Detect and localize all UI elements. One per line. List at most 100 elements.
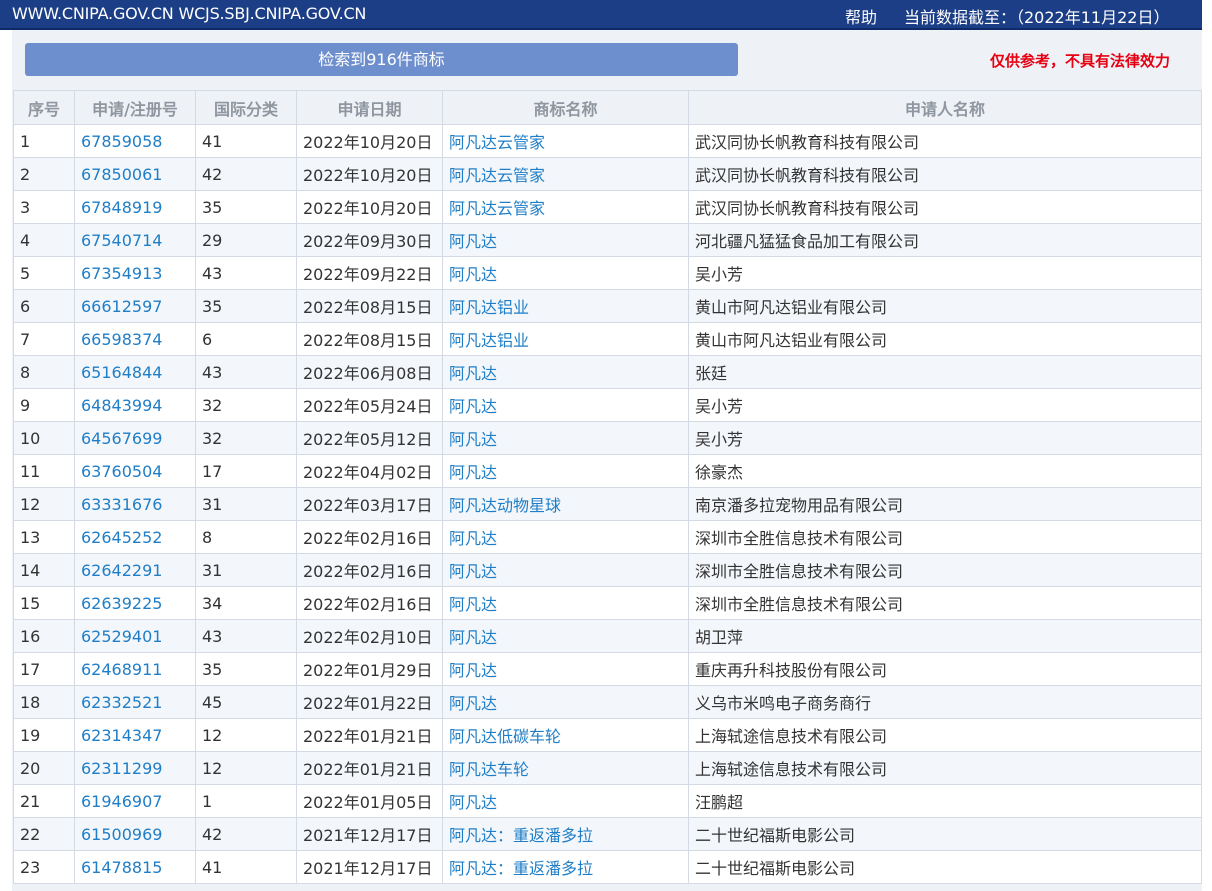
trademark-name-link[interactable]: 阿凡达：重返潘多拉 bbox=[442, 817, 689, 851]
help-link[interactable]: 帮助 bbox=[845, 4, 877, 28]
row-index: 7 bbox=[13, 322, 75, 356]
class-number: 41 bbox=[195, 850, 297, 884]
trademark-name-link[interactable]: 阿凡达铝业 bbox=[442, 289, 689, 323]
application-date: 2021年12月17日 bbox=[296, 850, 443, 884]
trademark-name-link[interactable]: 阿凡达 bbox=[442, 586, 689, 620]
applicant-name: 二十世纪福斯电影公司 bbox=[688, 850, 1202, 884]
application-number-link[interactable]: 66598374 bbox=[74, 322, 196, 356]
applicant-name: 南京潘多拉宠物用品有限公司 bbox=[688, 487, 1202, 521]
class-number: 43 bbox=[195, 256, 297, 290]
class-number: 12 bbox=[195, 751, 297, 785]
table-row: 7 66598374 6 2022年08月15日 阿凡达铝业 黄山市阿凡达铝业有限公司 bbox=[13, 322, 1202, 356]
application-date: 2022年08月15日 bbox=[296, 322, 443, 356]
applicant-name: 河北疆凡猛猛食品加工有限公司 bbox=[688, 223, 1202, 257]
trademark-results-table: 序号 申请/注册号 国际分类 申请日期 商标名称 申请人名称 1 67859058… bbox=[13, 90, 1202, 884]
application-date: 2022年04月02日 bbox=[296, 454, 443, 488]
trademark-name-link[interactable]: 阿凡达：重返潘多拉 bbox=[442, 850, 689, 884]
trademark-name-link[interactable]: 阿凡达 bbox=[442, 685, 689, 719]
row-index: 11 bbox=[13, 454, 75, 488]
row-index: 13 bbox=[13, 520, 75, 554]
table-row: 21 61946907 1 2022年01月05日 阿凡达 汪鹏超 bbox=[13, 784, 1202, 818]
application-number-link[interactable]: 67850061 bbox=[74, 157, 196, 191]
applicant-name: 二十世纪福斯电影公司 bbox=[688, 817, 1202, 851]
trademark-name-link[interactable]: 阿凡达云管家 bbox=[442, 124, 689, 158]
table-row: 2 67850061 42 2022年10月20日 阿凡达云管家 武汉同协长帆教育科技有限… bbox=[13, 157, 1202, 191]
header-application-number: 申请/注册号 bbox=[74, 90, 196, 125]
class-number: 42 bbox=[195, 817, 297, 851]
trademark-name-link[interactable]: 阿凡达车轮 bbox=[442, 751, 689, 785]
application-number-link[interactable]: 62642291 bbox=[74, 553, 196, 587]
trademark-name-link[interactable]: 阿凡达低碳车轮 bbox=[442, 718, 689, 752]
trademark-name-link[interactable]: 阿凡达 bbox=[442, 223, 689, 257]
applicant-name: 重庆再升科技股份有限公司 bbox=[688, 652, 1202, 686]
class-number: 41 bbox=[195, 124, 297, 158]
trademark-name-link[interactable]: 阿凡达铝业 bbox=[442, 322, 689, 356]
trademark-name-link[interactable]: 阿凡达 bbox=[442, 355, 689, 389]
application-number-link[interactable]: 63760504 bbox=[74, 454, 196, 488]
application-date: 2022年10月20日 bbox=[296, 190, 443, 224]
application-number-link[interactable]: 62468911 bbox=[74, 652, 196, 686]
table-row: 14 62642291 31 2022年02月16日 阿凡达 深圳市全胜信息技术有限公司 bbox=[13, 553, 1202, 587]
table-row: 18 62332521 45 2022年01月22日 阿凡达 义乌市米鸣电子商务商行 bbox=[13, 685, 1202, 719]
row-index: 2 bbox=[13, 157, 75, 191]
application-number-link[interactable]: 62645252 bbox=[74, 520, 196, 554]
top-bar: WWW.CNIPA.GOV.CN WCJS.SBJ.CNIPA.GOV.CN 帮… bbox=[0, 0, 1202, 30]
row-index: 12 bbox=[13, 487, 75, 521]
application-number-link[interactable]: 61946907 bbox=[74, 784, 196, 818]
table-row: 23 61478815 41 2021年12月17日 阿凡达：重返潘多拉 二十世纪福斯电影… bbox=[13, 850, 1202, 884]
class-number: 45 bbox=[195, 685, 297, 719]
applicant-name: 吴小芳 bbox=[688, 388, 1202, 422]
table-row: 1 67859058 41 2022年10月20日 阿凡达云管家 武汉同协长帆教育科技有限… bbox=[13, 124, 1202, 158]
trademark-name-link[interactable]: 阿凡达 bbox=[442, 421, 689, 455]
application-number-link[interactable]: 64843994 bbox=[74, 388, 196, 422]
class-number: 6 bbox=[195, 322, 297, 356]
application-number-link[interactable]: 64567699 bbox=[74, 421, 196, 455]
row-index: 18 bbox=[13, 685, 75, 719]
trademark-name-link[interactable]: 阿凡达 bbox=[442, 520, 689, 554]
application-date: 2022年02月16日 bbox=[296, 586, 443, 620]
application-number-link[interactable]: 62314347 bbox=[74, 718, 196, 752]
application-number-link[interactable]: 61500969 bbox=[74, 817, 196, 851]
application-number-link[interactable]: 67354913 bbox=[74, 256, 196, 290]
row-index: 22 bbox=[13, 817, 75, 851]
application-number-link[interactable]: 61478815 bbox=[74, 850, 196, 884]
table-row: 6 66612597 35 2022年08月15日 阿凡达铝业 黄山市阿凡达铝业有限公司 bbox=[13, 289, 1202, 323]
application-number-link[interactable]: 62311299 bbox=[74, 751, 196, 785]
table-row: 16 62529401 43 2022年02月10日 阿凡达 胡卫萍 bbox=[13, 619, 1202, 653]
table-row: 11 63760504 17 2022年04月02日 阿凡达 徐豪杰 bbox=[13, 454, 1202, 488]
trademark-name-link[interactable]: 阿凡达 bbox=[442, 256, 689, 290]
row-index: 23 bbox=[13, 850, 75, 884]
row-index: 15 bbox=[13, 586, 75, 620]
application-number-link[interactable]: 63331676 bbox=[74, 487, 196, 521]
application-number-link[interactable]: 66612597 bbox=[74, 289, 196, 323]
application-number-link[interactable]: 67859058 bbox=[74, 124, 196, 158]
application-date: 2022年09月22日 bbox=[296, 256, 443, 290]
trademark-name-link[interactable]: 阿凡达云管家 bbox=[442, 190, 689, 224]
row-index: 4 bbox=[13, 223, 75, 257]
application-date: 2022年01月21日 bbox=[296, 751, 443, 785]
application-number-link[interactable]: 65164844 bbox=[74, 355, 196, 389]
applicant-name: 汪鹏超 bbox=[688, 784, 1202, 818]
application-number-link[interactable]: 62332521 bbox=[74, 685, 196, 719]
application-date: 2022年06月08日 bbox=[296, 355, 443, 389]
application-number-link[interactable]: 67540714 bbox=[74, 223, 196, 257]
trademark-name-link[interactable]: 阿凡达 bbox=[442, 553, 689, 587]
application-number-link[interactable]: 62529401 bbox=[74, 619, 196, 653]
class-number: 1 bbox=[195, 784, 297, 818]
site-domains: WWW.CNIPA.GOV.CN WCJS.SBJ.CNIPA.GOV.CN bbox=[12, 4, 367, 23]
trademark-name-link[interactable]: 阿凡达 bbox=[442, 619, 689, 653]
trademark-name-link[interactable]: 阿凡达动物星球 bbox=[442, 487, 689, 521]
application-number-link[interactable]: 67848919 bbox=[74, 190, 196, 224]
trademark-name-link[interactable]: 阿凡达云管家 bbox=[442, 157, 689, 191]
applicant-name: 武汉同协长帆教育科技有限公司 bbox=[688, 124, 1202, 158]
application-number-link[interactable]: 62639225 bbox=[74, 586, 196, 620]
trademark-name-link[interactable]: 阿凡达 bbox=[442, 454, 689, 488]
row-index: 19 bbox=[13, 718, 75, 752]
trademark-name-link[interactable]: 阿凡达 bbox=[442, 388, 689, 422]
table-row: 22 61500969 42 2021年12月17日 阿凡达：重返潘多拉 二十世纪福斯电影… bbox=[13, 817, 1202, 851]
table-row: 12 63331676 31 2022年03月17日 阿凡达动物星球 南京潘多拉宠物用品有… bbox=[13, 487, 1202, 521]
class-number: 43 bbox=[195, 619, 297, 653]
trademark-name-link[interactable]: 阿凡达 bbox=[442, 784, 689, 818]
applicant-name: 深圳市全胜信息技术有限公司 bbox=[688, 553, 1202, 587]
trademark-name-link[interactable]: 阿凡达 bbox=[442, 652, 689, 686]
